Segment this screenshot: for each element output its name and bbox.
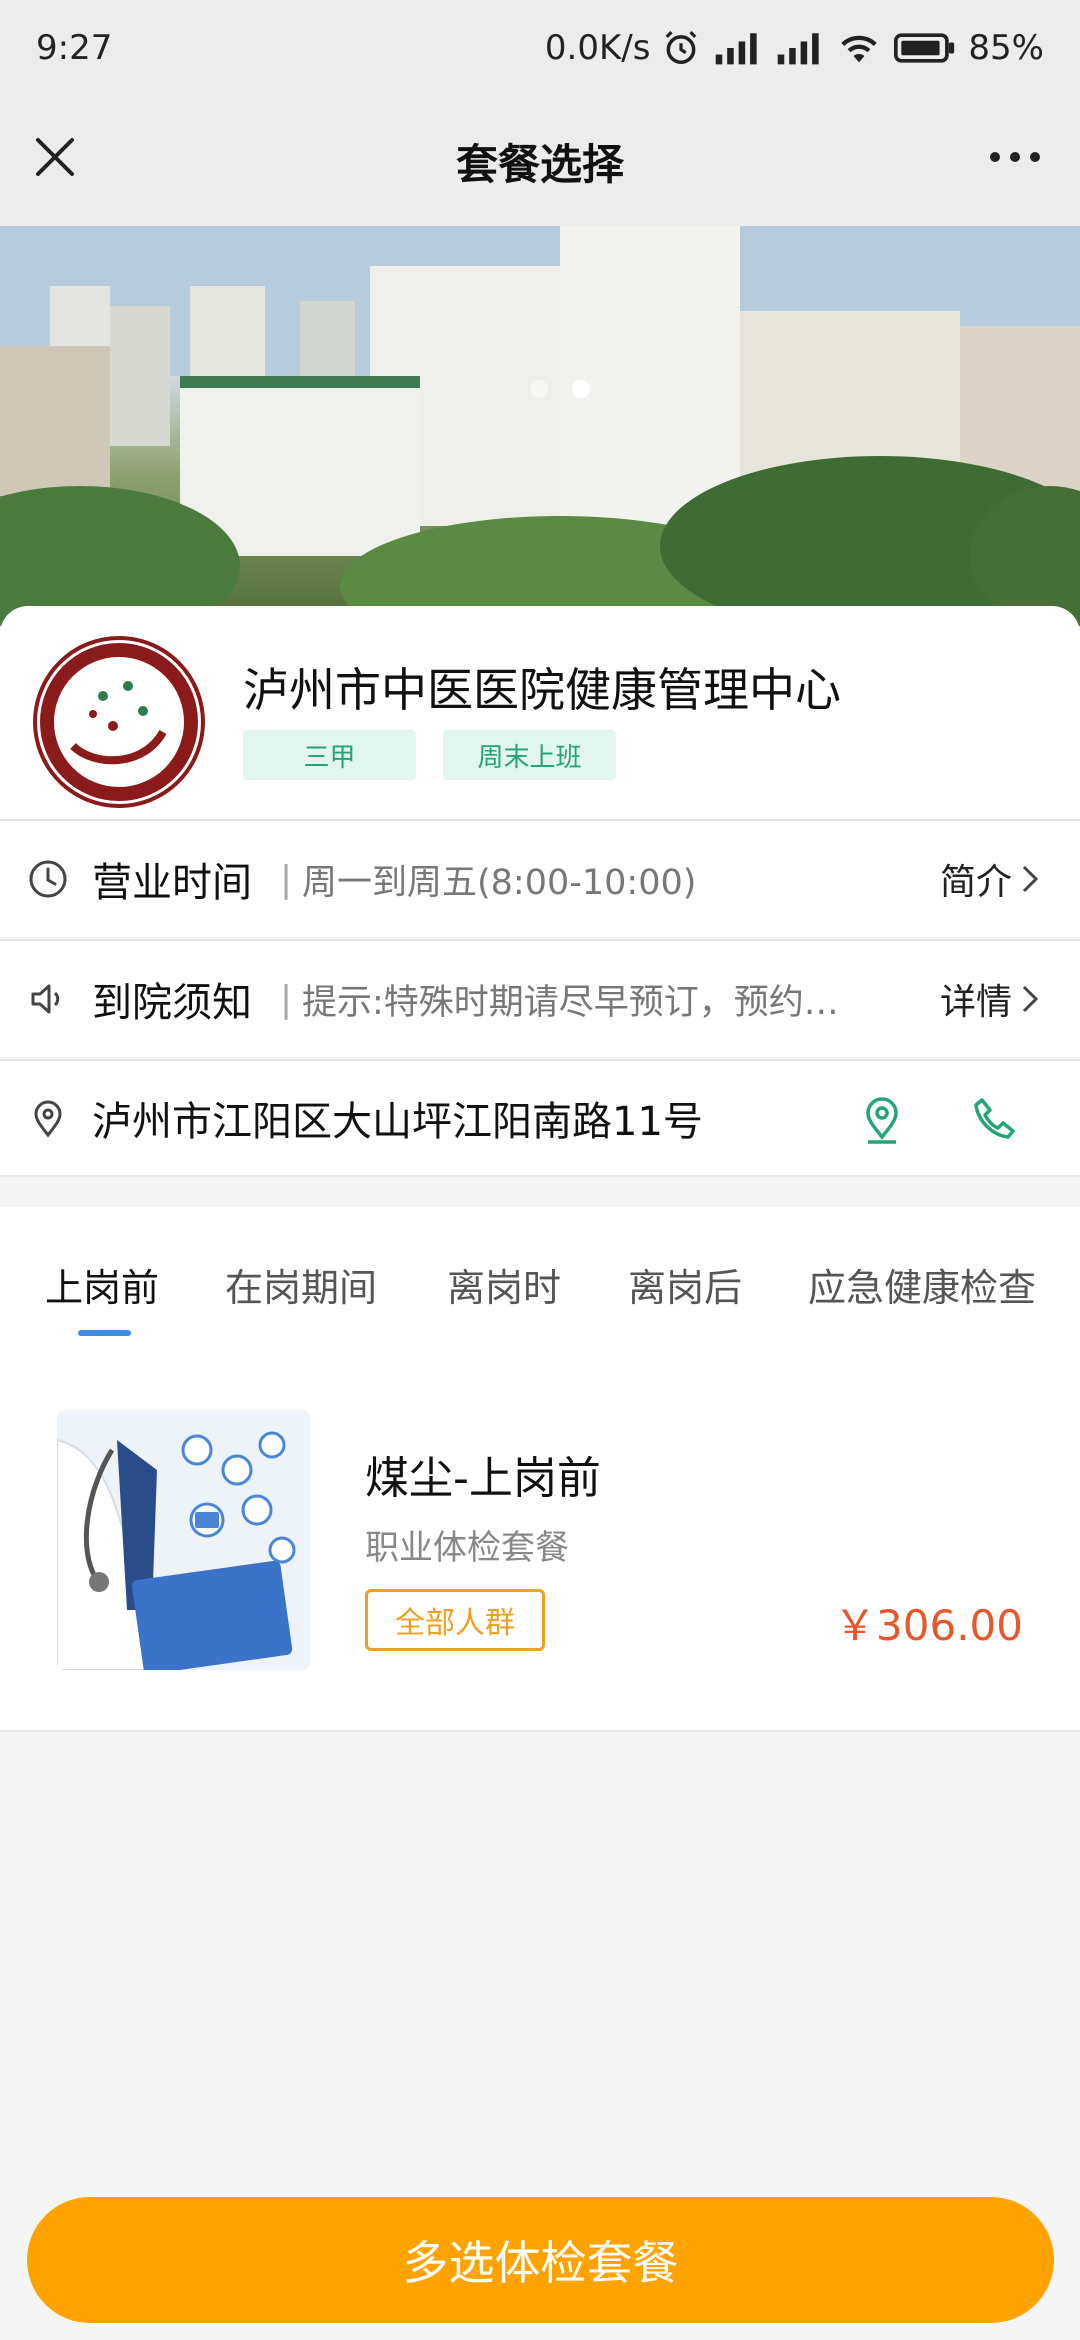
page-title: 套餐选择: [455, 139, 624, 189]
tag-weekend: 周末上班: [443, 730, 616, 780]
hospital-banner-image[interactable]: [0, 226, 1080, 626]
intro-link[interactable]: 简介: [940, 853, 1040, 905]
tab-leaving[interactable]: 离岗时: [447, 1257, 561, 1312]
hospital-card: 泸州市中医医院健康管理中心 三甲 周末上班: [0, 606, 1080, 819]
multi-select-packages-button[interactable]: 多选体检套餐: [27, 2197, 1054, 2323]
alarm-icon: [662, 29, 700, 67]
wifi-icon: [836, 30, 882, 66]
hospital-logo: [33, 636, 205, 808]
battery-level: 85%: [968, 28, 1044, 68]
net-speed: 0.0K/s: [544, 28, 651, 68]
tab-on-duty[interactable]: 在岗期间: [225, 1257, 377, 1312]
visit-notice-value: 提示:特殊时期请尽早预订，预约…: [302, 982, 839, 1023]
address-row: 泸州市江阳区大山坪江阳南路11号: [0, 1059, 1080, 1177]
details-link[interactable]: 详情: [940, 973, 1040, 1025]
status-icons: 0.0K/s 85%: [545, 28, 1044, 68]
status-bar: 9:27 0.0K/s 85%: [0, 0, 1080, 96]
hospital-name: 泸州市中医医院健康管理中心: [243, 663, 841, 717]
divider: |: [280, 978, 293, 1020]
carousel-dot-2: [572, 380, 590, 398]
signal-hd-icon: [712, 30, 762, 66]
package-title: 煤尘-上岗前: [365, 1453, 601, 1504]
carousel-dot-1: [530, 380, 548, 398]
tag-grade: 三甲: [243, 730, 416, 780]
audience-badge: 全部人群: [365, 1589, 545, 1651]
close-icon[interactable]: [30, 132, 80, 182]
speaker-icon: [28, 979, 68, 1019]
details-link-label: 详情: [939, 982, 1012, 1023]
package-image: [57, 1410, 310, 1670]
business-hours-row[interactable]: 营业时间 | 周一到周五(8:00-10:00) 简介: [0, 819, 1080, 937]
map-navigation-icon[interactable]: [858, 1093, 906, 1149]
chevron-right-icon: [1022, 865, 1039, 893]
location-pin-icon: [28, 1098, 68, 1138]
business-hours-value: 周一到周五(8:00-10:00): [302, 862, 697, 903]
business-hours-label: 营业时间: [92, 860, 252, 906]
visit-notice-label: 到院须知: [92, 980, 252, 1026]
intro-link-label: 简介: [939, 862, 1012, 903]
package-subtitle: 职业体检套餐: [365, 1528, 569, 1568]
chevron-right-icon: [1022, 985, 1039, 1013]
divider: |: [280, 858, 293, 900]
category-tabs: 上岗前 在岗期间 离岗时 离岗后 应急健康检查: [0, 1207, 1080, 1342]
visit-notice-row[interactable]: 到院须知 | 提示:特殊时期请尽早预订，预约… 详情: [0, 939, 1080, 1057]
status-time: 9:27: [36, 28, 113, 68]
tab-pre-employment[interactable]: 上岗前: [45, 1257, 159, 1312]
package-price: ￥306.00: [834, 1601, 1023, 1650]
more-icon[interactable]: [980, 132, 1050, 182]
tab-after-leaving[interactable]: 离岗后: [628, 1257, 742, 1312]
phone-icon[interactable]: [970, 1095, 1018, 1147]
active-tab-indicator: [78, 1330, 131, 1336]
address-text: 泸州市江阳区大山坪江阳南路11号: [92, 1099, 703, 1145]
battery-icon: [894, 30, 956, 66]
signal-hd-icon-2: [774, 30, 824, 66]
clock-icon: [28, 859, 68, 899]
nav-bar: 套餐选择: [0, 96, 1080, 226]
package-item[interactable]: 煤尘-上岗前 职业体检套餐 全部人群 ￥306.00: [0, 1342, 1080, 1732]
tab-emergency-check[interactable]: 应急健康检查: [808, 1257, 1036, 1312]
